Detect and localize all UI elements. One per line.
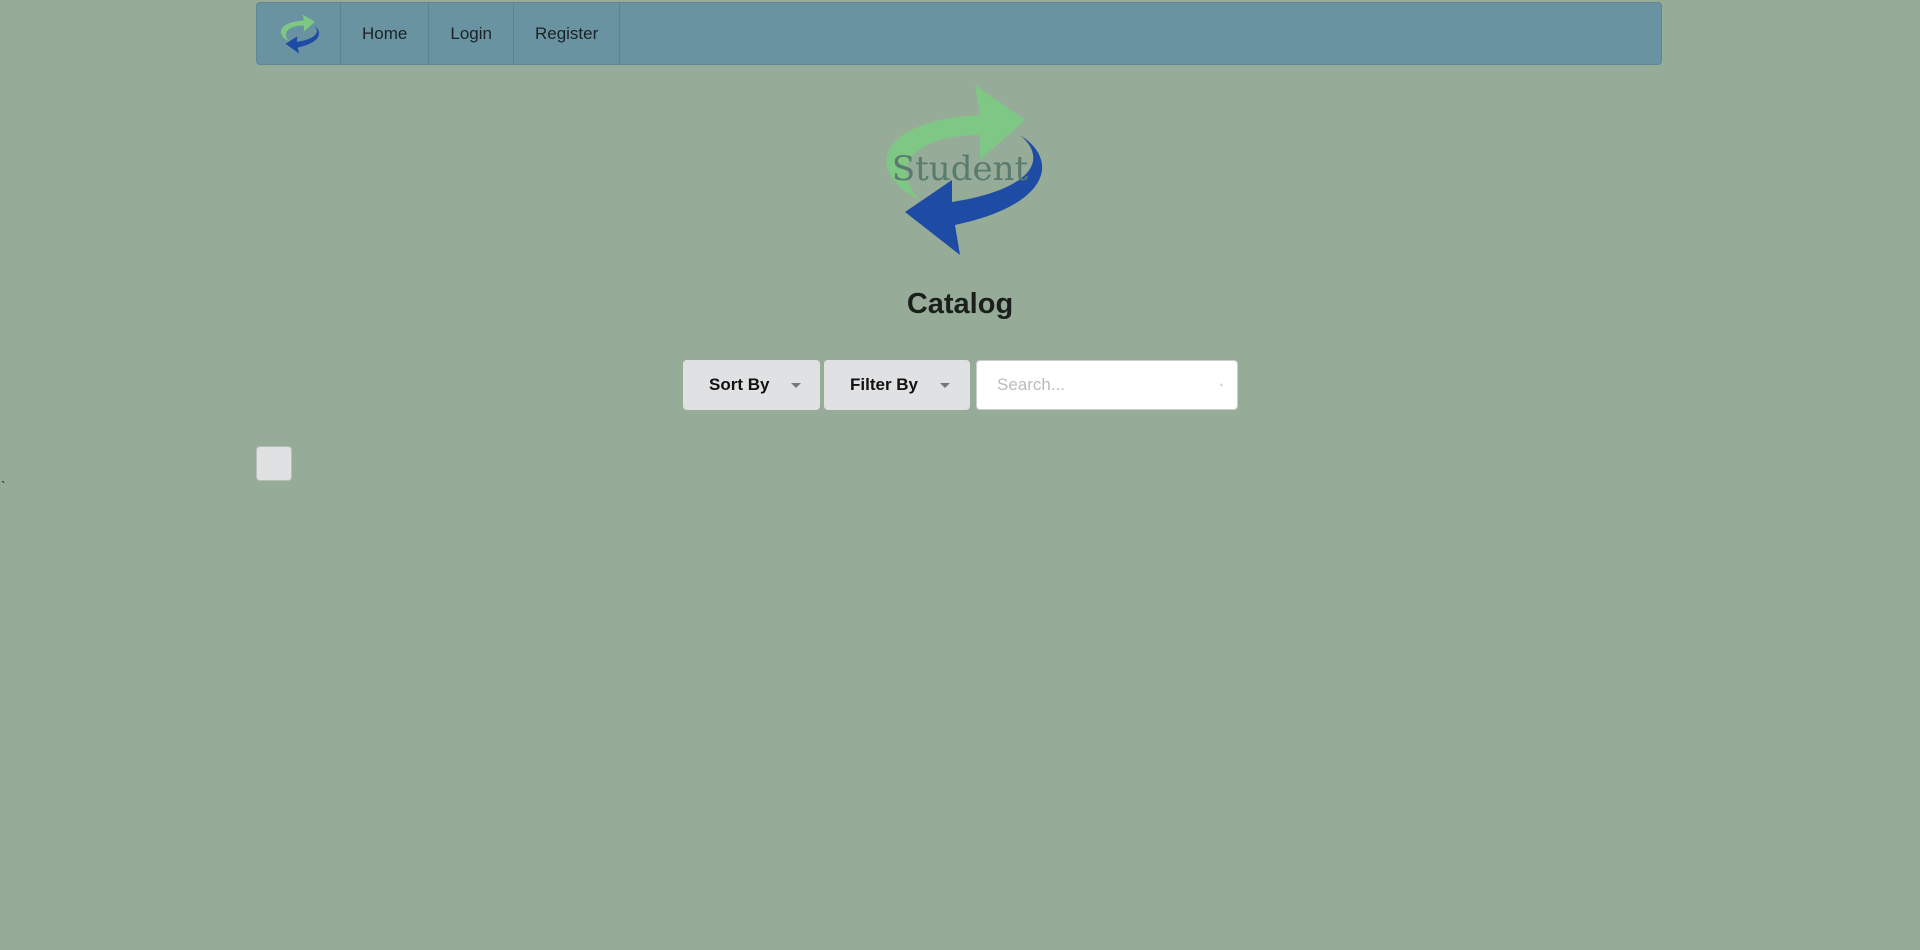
student-logo-icon bbox=[280, 13, 319, 54]
stray-character: ` bbox=[1, 478, 6, 494]
top-navbar: Home Login Register bbox=[256, 2, 1662, 65]
nav-register[interactable]: Register bbox=[514, 3, 621, 64]
search-input[interactable] bbox=[995, 374, 1220, 396]
catalog-controls: Sort By Filter By bbox=[683, 360, 1238, 410]
logo-text: Student bbox=[892, 149, 1029, 189]
filter-by-dropdown[interactable]: Filter By bbox=[824, 360, 970, 410]
nav-login[interactable]: Login bbox=[429, 3, 514, 64]
search-box bbox=[976, 360, 1238, 410]
chevron-down-icon bbox=[791, 382, 802, 388]
nav-logo[interactable] bbox=[257, 3, 341, 64]
page-title: Catalog bbox=[906, 288, 1014, 320]
empty-button[interactable] bbox=[256, 446, 292, 481]
sort-by-dropdown[interactable]: Sort By bbox=[683, 360, 820, 410]
chevron-down-icon bbox=[940, 382, 951, 388]
nav-home[interactable]: Home bbox=[341, 3, 430, 64]
search-icon[interactable] bbox=[1220, 376, 1223, 394]
filter-by-label: Filter By bbox=[850, 375, 919, 394]
student-logo: Student bbox=[886, 85, 1043, 255]
sort-by-label: Sort By bbox=[709, 375, 770, 394]
